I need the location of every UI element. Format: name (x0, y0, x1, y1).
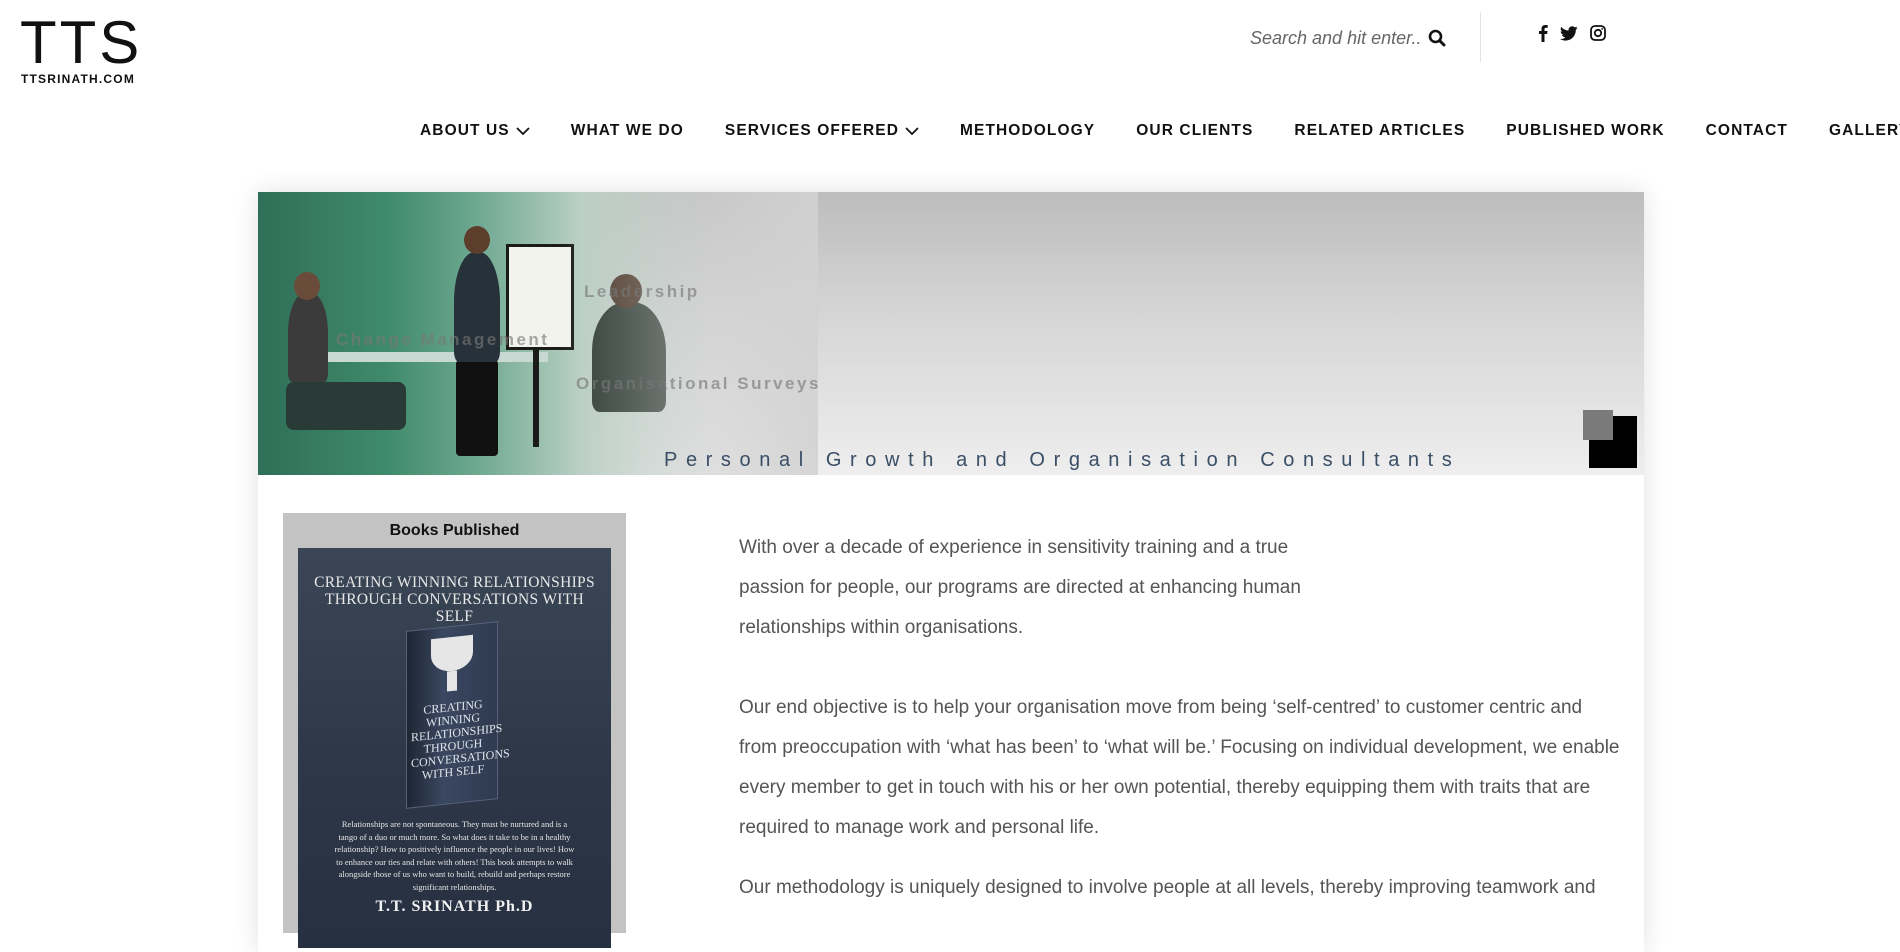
book-cover-heading: Creating Winning Relationships Through C… (314, 574, 595, 625)
nav-what-we-do[interactable]: WHAT WE DO (571, 122, 684, 140)
nav-related-articles[interactable]: RELATED ARTICLES (1294, 122, 1465, 140)
book-author: T.T. SRINATH Ph.D (375, 898, 534, 915)
nav-gallery[interactable]: GALLERY (1829, 122, 1900, 140)
banner-square-grey (1583, 410, 1613, 440)
social-links (1538, 24, 1606, 42)
logo-mark: TTS (20, 9, 143, 76)
chevron-down-icon (516, 126, 530, 136)
banner-word-organisational-surveys: Organisational Surveys (576, 374, 821, 393)
nav-label: SERVICES OFFERED (724, 122, 899, 139)
instagram-icon[interactable] (1590, 25, 1606, 41)
main-card: Leadership Change Management Organisatio… (258, 192, 1644, 952)
facebook-icon[interactable] (1538, 24, 1548, 42)
books-published-box: Books Published Creating Winning Relatio… (283, 513, 626, 948)
about-content: With over a decade of experience in sens… (739, 528, 1624, 908)
banner-fade (558, 192, 818, 475)
twitter-icon[interactable] (1560, 25, 1578, 41)
methodology-paragraph: Our methodology is uniquely designed to … (739, 877, 1596, 898)
nav-published-work[interactable]: PUBLISHED WORK (1506, 122, 1664, 140)
banner-tagline: Personal Growth and Organisation Consult… (664, 449, 1461, 471)
intro-paragraph: With over a decade of experience in sens… (739, 537, 1301, 638)
nav-contact[interactable]: CONTACT (1706, 122, 1788, 140)
objective-paragraph: Our end objective is to help your organi… (739, 697, 1620, 838)
chevron-down-icon (905, 126, 919, 136)
book-blurb: Relationships are not spontaneous. They … (334, 819, 575, 892)
book-cover-image[interactable]: Creating Winning Relationships Through C… (298, 548, 611, 948)
banner-table (328, 352, 548, 362)
banner-word-leadership: Leadership (584, 282, 700, 301)
header-divider (1480, 12, 1481, 62)
banner-person-head (294, 272, 320, 300)
book-3d-illustration: CREATING WINNING RELATIONSHIPS THROUGH C… (406, 621, 510, 809)
nav-services-offered[interactable]: SERVICES OFFERED (725, 122, 919, 140)
main-nav: ABOUT US WHAT WE DO SERVICES OFFERED MET… (420, 118, 1900, 144)
banner-person-seated (288, 292, 328, 382)
nav-methodology[interactable]: METHODOLOGY (960, 122, 1095, 140)
search-input[interactable] (1250, 27, 1420, 49)
books-published-title: Books Published (389, 522, 520, 539)
logo-site-name: TTSRINATH.COM (21, 72, 136, 86)
search-bar (1250, 24, 1450, 52)
nav-about-us[interactable]: ABOUT US (420, 122, 530, 140)
banner-presenter-head (464, 226, 490, 254)
hero-banner: Leadership Change Management Organisatio… (258, 192, 1644, 475)
banner-person-seated-chair (286, 382, 406, 430)
banner-presenter-legs (456, 360, 498, 456)
site-logo[interactable]: TTS TTSRINATH.COM (20, 9, 150, 87)
trophy-icon (431, 634, 473, 674)
nav-label: ABOUT US (420, 122, 510, 139)
nav-our-clients[interactable]: OUR CLIENTS (1136, 122, 1253, 140)
search-icon[interactable] (1428, 29, 1446, 47)
banner-flipchart-stand (533, 347, 539, 447)
banner-word-change-management: Change Management (336, 330, 550, 349)
trophy-stem (447, 670, 457, 692)
book-spine-title: CREATING WINNING RELATIONSHIPS THROUGH C… (411, 696, 510, 783)
